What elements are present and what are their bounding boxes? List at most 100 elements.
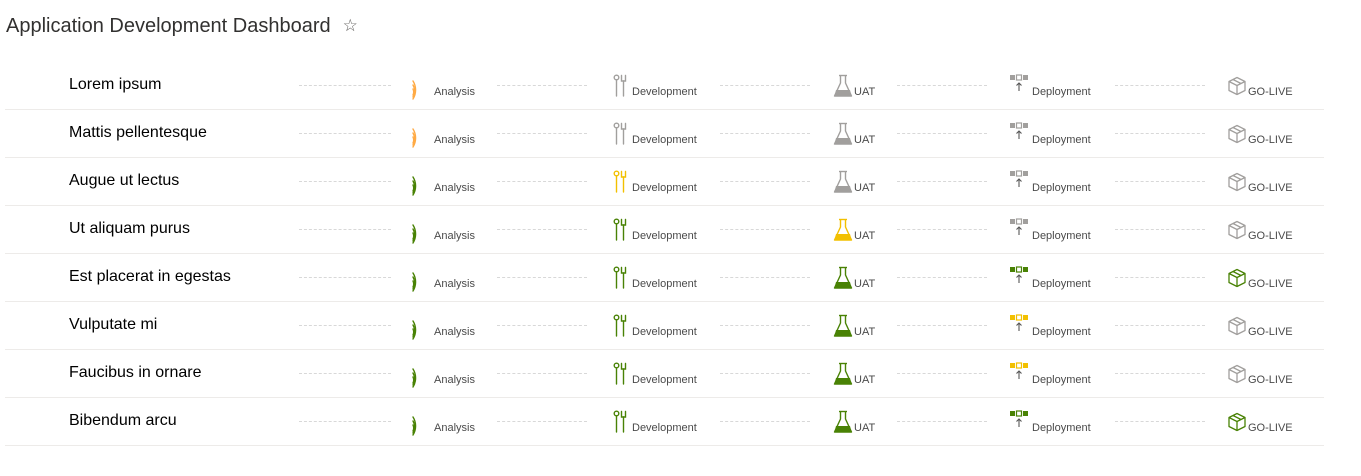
stage-development: Development: [613, 72, 697, 102]
stage-label-deployment: Deployment: [1032, 230, 1091, 242]
deployment-icon: [1009, 410, 1031, 438]
connector-dotted-line: [497, 373, 587, 374]
stage-label-deployment: Deployment: [1032, 422, 1091, 434]
stage-label-uat: UAT: [854, 326, 876, 338]
stage-deployment: Deployment: [1009, 408, 1091, 438]
analysis-icon: [411, 414, 433, 438]
stage-label-deployment: Deployment: [1032, 86, 1091, 98]
connector-dotted-line: [299, 229, 391, 230]
analysis-icon: [411, 78, 433, 102]
stage-label-analysis: Analysis: [434, 134, 475, 146]
development-icon: [613, 122, 631, 150]
connector-dotted-line: [497, 85, 587, 86]
development-icon: [613, 218, 631, 246]
connector-dotted-line: [497, 277, 587, 278]
project-name: Faucibus in ornare: [69, 364, 202, 381]
stage-analysis: Analysis: [411, 168, 475, 198]
uat-flask-icon: [833, 314, 853, 342]
connector-dotted-line: [299, 373, 391, 374]
stage-label-golive: GO-LIVE: [1248, 278, 1293, 290]
deployment-icon: [1009, 362, 1031, 390]
stage-label-development: Development: [632, 422, 697, 434]
analysis-icon: [411, 318, 433, 342]
connector-dotted-line: [720, 373, 810, 374]
stage-deployment: Deployment: [1009, 360, 1091, 390]
stage-golive: GO-LIVE: [1227, 72, 1293, 102]
stage-label-deployment: Deployment: [1032, 374, 1091, 386]
stage-golive: GO-LIVE: [1227, 408, 1293, 438]
analysis-icon: [411, 126, 433, 150]
project-name: Ut aliquam purus: [69, 220, 190, 237]
project-name: Bibendum arcu: [69, 412, 177, 429]
analysis-icon: [411, 174, 433, 198]
development-icon: [613, 266, 631, 294]
analysis-icon: [411, 222, 433, 246]
stage-label-analysis: Analysis: [434, 422, 475, 434]
stage-label-golive: GO-LIVE: [1248, 326, 1293, 338]
connector-dotted-line: [1115, 325, 1205, 326]
stage-label-development: Development: [632, 134, 697, 146]
stage-development: Development: [613, 120, 697, 150]
page-title: Application Development Dashboard: [6, 14, 331, 37]
stage-label-deployment: Deployment: [1032, 278, 1091, 290]
stage-label-uat: UAT: [854, 134, 876, 146]
connector-dotted-line: [1115, 181, 1205, 182]
connector-dotted-line: [1115, 277, 1205, 278]
connector-dotted-line: [897, 373, 987, 374]
project-row: Est placerat in egestas Analysis Develop…: [5, 254, 1324, 302]
stage-analysis: Analysis: [411, 120, 475, 150]
project-row: Mattis pellentesque Analysis Development…: [5, 110, 1324, 158]
go-live-box-icon: [1227, 124, 1247, 150]
analysis-icon: [411, 366, 433, 390]
stage-development: Development: [613, 360, 697, 390]
stage-deployment: Deployment: [1009, 216, 1091, 246]
stage-label-uat: UAT: [854, 374, 876, 386]
stage-analysis: Analysis: [411, 264, 475, 294]
go-live-box-icon: [1227, 76, 1247, 102]
stage-label-uat: UAT: [854, 422, 876, 434]
uat-flask-icon: [833, 266, 853, 294]
stage-deployment: Deployment: [1009, 312, 1091, 342]
go-live-box-icon: [1227, 220, 1247, 246]
stage-development: Development: [613, 312, 697, 342]
connector-dotted-line: [720, 325, 810, 326]
connector-dotted-line: [720, 85, 810, 86]
stage-uat: UAT: [833, 120, 875, 150]
project-row: Lorem ipsum Analysis Development UAT Dep…: [5, 62, 1324, 110]
stage-uat: UAT: [833, 312, 875, 342]
uat-flask-icon: [833, 362, 853, 390]
uat-flask-icon: [833, 218, 853, 246]
uat-flask-icon: [833, 410, 853, 438]
deployment-icon: [1009, 122, 1031, 150]
deployment-icon: [1009, 266, 1031, 294]
stage-label-uat: UAT: [854, 182, 876, 194]
connector-dotted-line: [497, 421, 587, 422]
deployment-icon: [1009, 74, 1031, 102]
deployment-icon: [1009, 314, 1031, 342]
stage-label-development: Development: [632, 326, 697, 338]
connector-dotted-line: [299, 325, 391, 326]
stage-label-deployment: Deployment: [1032, 182, 1091, 194]
stage-label-development: Development: [632, 374, 697, 386]
stage-golive: GO-LIVE: [1227, 312, 1293, 342]
connector-dotted-line: [897, 325, 987, 326]
connector-dotted-line: [1115, 373, 1205, 374]
stage-analysis: Analysis: [411, 72, 475, 102]
connector-dotted-line: [299, 181, 391, 182]
project-name: Augue ut lectus: [69, 172, 180, 189]
stage-label-golive: GO-LIVE: [1248, 422, 1293, 434]
go-live-box-icon: [1227, 412, 1247, 438]
stage-label-deployment: Deployment: [1032, 134, 1091, 146]
stage-label-analysis: Analysis: [434, 230, 475, 242]
connector-dotted-line: [1115, 421, 1205, 422]
page-header: Application Development Dashboard ☆: [6, 12, 358, 40]
stage-golive: GO-LIVE: [1227, 216, 1293, 246]
project-name: Lorem ipsum: [69, 76, 162, 93]
star-icon[interactable]: ☆: [343, 16, 358, 36]
connector-dotted-line: [497, 133, 587, 134]
project-row: Faucibus in ornare Analysis Development …: [5, 350, 1324, 398]
uat-flask-icon: [833, 170, 853, 198]
stage-development: Development: [613, 264, 697, 294]
connector-dotted-line: [299, 421, 391, 422]
stage-golive: GO-LIVE: [1227, 168, 1293, 198]
